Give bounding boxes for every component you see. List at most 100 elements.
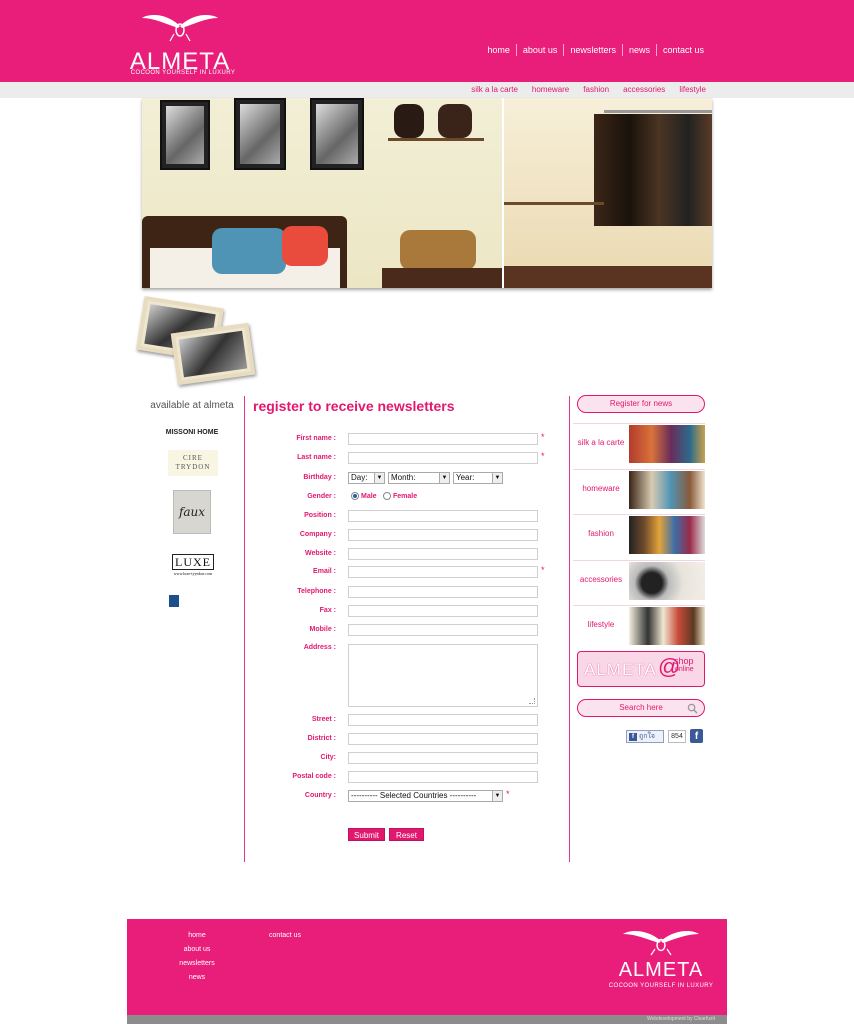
- shop-online-banner[interactable]: ALMETA @ shop online: [577, 651, 705, 687]
- chevron-down-icon: ▼: [492, 791, 502, 801]
- company-input[interactable]: [348, 529, 538, 541]
- chevron-down-icon: ▼: [439, 473, 449, 483]
- nav-contact-us[interactable]: contact us: [655, 44, 710, 56]
- first-name-label: First name :: [296, 435, 336, 442]
- country-select-value: ---------- Selected Countries ----------: [351, 791, 477, 800]
- mobile-row: Mobile :: [252, 624, 552, 638]
- footer-link-news[interactable]: news: [171, 971, 223, 985]
- cire-trudon-logo[interactable]: CIRE TRYDON: [168, 450, 218, 476]
- website-row: Website :: [252, 548, 552, 562]
- footer-logo-wordmark: ALMETA: [618, 959, 704, 981]
- faux-logo[interactable]: faux: [173, 490, 211, 534]
- category-label: homeware: [582, 484, 620, 493]
- footer-link-newsletters[interactable]: newsletters: [171, 957, 223, 971]
- gender-male-radio[interactable]: Male: [351, 492, 377, 500]
- required-mark: *: [506, 789, 510, 799]
- position-label: Position :: [304, 512, 336, 519]
- first-name-row: First name : *: [252, 432, 552, 447]
- country-label: Country :: [304, 792, 336, 799]
- low-table: [382, 268, 502, 288]
- month-select-value: Month:: [391, 473, 416, 482]
- last-name-row: Last name : *: [252, 451, 552, 466]
- submit-button[interactable]: Submit: [348, 828, 385, 841]
- register-for-news-button[interactable]: Register for news: [577, 395, 705, 413]
- birthday-month-select[interactable]: Month: ▼: [388, 472, 450, 484]
- fax-input[interactable]: [348, 605, 538, 617]
- email-input[interactable]: [348, 566, 538, 578]
- country-select[interactable]: ---------- Selected Countries ----------…: [348, 790, 503, 802]
- wall-shelf: [504, 202, 604, 205]
- street-row: Street :: [252, 714, 552, 728]
- gender-female-radio[interactable]: Female: [383, 492, 417, 500]
- category-homeware[interactable]: homeware: [573, 469, 705, 509]
- search-placeholder: Search here: [619, 703, 663, 712]
- nav-news[interactable]: news: [621, 44, 656, 56]
- cushion: [400, 230, 476, 270]
- luxe-logo-text: LUXE: [172, 554, 214, 570]
- category-silk-a-la-carte[interactable]: silk a la carte: [573, 423, 705, 463]
- website-input[interactable]: [348, 548, 538, 560]
- gender-female-label: Female: [393, 492, 418, 500]
- street-input[interactable]: [348, 714, 538, 726]
- nav-home[interactable]: home: [481, 44, 516, 56]
- gender-label: Gender :: [307, 493, 336, 500]
- partner-logo-mark: [169, 595, 179, 607]
- birthday-year-select[interactable]: Year: ▼: [453, 472, 503, 484]
- first-name-input[interactable]: [348, 433, 538, 445]
- missoni-home-logo[interactable]: MISSONI HOME: [162, 426, 222, 438]
- luxe-logo[interactable]: LUXE www.luxe-tyyedon.com: [169, 552, 217, 578]
- category-fashion[interactable]: fashion: [573, 514, 705, 554]
- birthday-row: Birthday : Day: ▼ Month: ▼ Year: ▼: [252, 472, 552, 486]
- address-textarea[interactable]: [348, 644, 538, 707]
- city-row: City:: [252, 752, 552, 766]
- facebook-like-button[interactable]: f ถูกใจ: [626, 730, 664, 743]
- postal-code-input[interactable]: [348, 771, 538, 783]
- required-mark: *: [541, 451, 545, 461]
- subnav-accessories[interactable]: accessories: [623, 85, 665, 94]
- nav-about-us[interactable]: about us: [515, 44, 564, 56]
- footer-link-home[interactable]: home: [171, 929, 223, 943]
- facebook-icon[interactable]: f: [690, 729, 703, 743]
- category-lifestyle[interactable]: lifestyle: [573, 605, 705, 645]
- day-select-value: Day:: [351, 473, 368, 482]
- category-thumbnail: [629, 425, 705, 463]
- footer-link-about-us[interactable]: about us: [171, 943, 223, 957]
- store-banner-image: [142, 98, 712, 288]
- subnav-silk-a-la-carte[interactable]: silk a la carte: [471, 85, 518, 94]
- birthday-day-select[interactable]: Day: ▼: [348, 472, 385, 484]
- telephone-row: Telephone :: [252, 586, 552, 600]
- chevron-down-icon: ▼: [374, 473, 384, 483]
- mobile-input[interactable]: [348, 624, 538, 636]
- city-input[interactable]: [348, 752, 538, 764]
- position-input[interactable]: [348, 510, 538, 522]
- subnav-lifestyle[interactable]: lifestyle: [679, 85, 706, 94]
- developer-credit[interactable]: Webdevelopment by Clearfuzit: [647, 1016, 715, 1022]
- search-input[interactable]: Search here: [577, 699, 705, 717]
- search-icon[interactable]: [687, 703, 698, 714]
- category-accessories[interactable]: accessories: [573, 560, 705, 600]
- subnav-homeware[interactable]: homeware: [532, 85, 569, 94]
- email-label: Email :: [313, 568, 336, 575]
- website-label: Website :: [305, 550, 336, 557]
- almeta-logo[interactable]: ALMETA COCOON YOURSELF IN LUXURY: [128, 8, 238, 78]
- partner-logo[interactable]: [169, 594, 219, 608]
- nav-newsletters[interactable]: newsletters: [563, 44, 622, 56]
- district-input[interactable]: [348, 733, 538, 745]
- category-label: lifestyle: [587, 620, 615, 629]
- telephone-input[interactable]: [348, 586, 538, 598]
- subnav-fashion[interactable]: fashion: [583, 85, 609, 94]
- available-at-heading: available at almeta: [150, 400, 234, 411]
- facebook-like-count: 854: [668, 730, 686, 743]
- footer-link-contact-us[interactable]: contact us: [259, 929, 311, 943]
- telephone-label: Telephone :: [297, 588, 336, 595]
- last-name-input[interactable]: [348, 452, 538, 464]
- chevron-down-icon: ▼: [492, 473, 502, 483]
- cushion: [394, 104, 424, 138]
- category-thumbnail: [629, 471, 705, 509]
- email-row: Email : *: [252, 565, 552, 580]
- reset-button[interactable]: Reset: [389, 828, 424, 841]
- category-label: fashion: [588, 529, 614, 538]
- butterfly-logo-icon: [623, 930, 699, 956]
- shop-banner-line2: online: [675, 666, 694, 673]
- position-row: Position :: [252, 510, 552, 524]
